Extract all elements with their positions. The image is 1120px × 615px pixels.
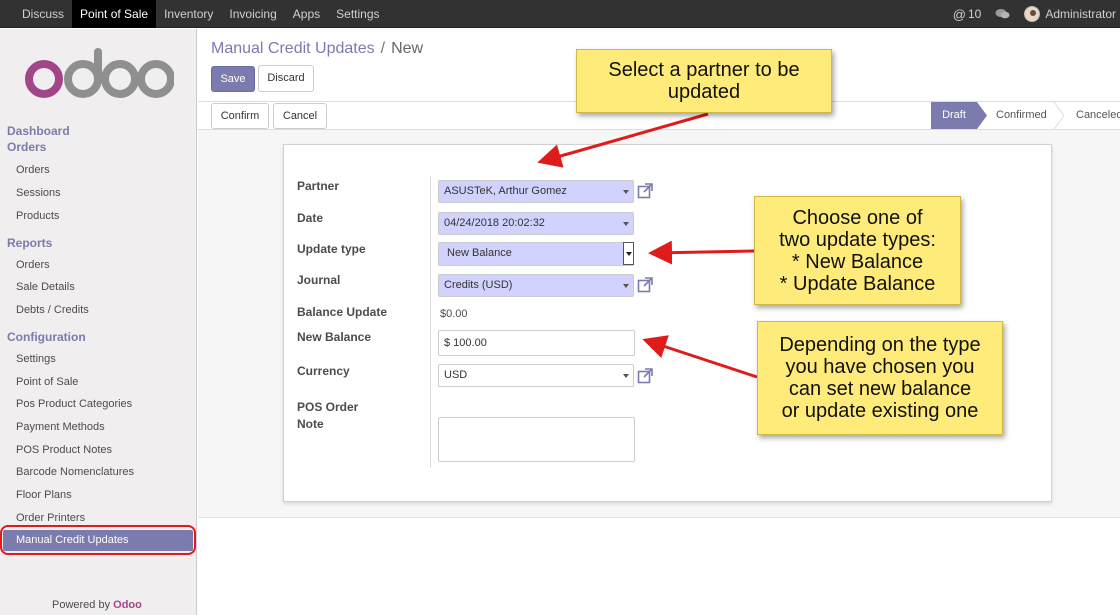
pos-order-note-textarea[interactable]: [438, 417, 635, 462]
date-label: Date: [297, 211, 324, 225]
update-type-select[interactable]: New Balance: [438, 242, 634, 266]
chevron-down-icon: [623, 284, 629, 288]
app-menu: Discuss Point of Sale Inventory Invoicin…: [14, 0, 388, 28]
callout-line: two update types:: [779, 228, 936, 251]
top-navbar: Discuss Point of Sale Inventory Invoicin…: [0, 0, 1120, 28]
callout-line: you have chosen you: [785, 356, 975, 378]
callout-line: * New Balance: [791, 250, 924, 273]
callout-balance-info: Depending on the type you have chosen yo…: [757, 321, 1003, 435]
sidebar-section-configuration[interactable]: Configuration: [7, 330, 86, 344]
new-balance-value: $ 100.00: [444, 337, 487, 349]
powered-by: Powered by Odoo: [52, 599, 142, 611]
callout-update-types: Choose one of two update types: * New Ba…: [754, 196, 961, 305]
sidebar-item-barcode-nomenclatures[interactable]: Barcode Nomenclatures: [16, 466, 134, 478]
date-field[interactable]: 04/24/2018 20:02:32: [438, 212, 634, 235]
journal-value: Credits (USD): [444, 279, 513, 291]
systray: @ 10 Administrator: [953, 0, 1120, 28]
confirm-button[interactable]: Confirm: [211, 103, 269, 129]
pos-order-note-label: POS Order: [297, 400, 359, 414]
partner-label: Partner: [297, 179, 340, 193]
menu-point-of-sale[interactable]: Point of Sale: [72, 0, 157, 28]
stage-chevron-icon: [1053, 102, 1065, 129]
breadcrumb-current: New: [391, 40, 424, 57]
at-icon: @: [952, 6, 966, 22]
callout-line: updated: [667, 81, 741, 103]
powered-by-brand[interactable]: Odoo: [113, 599, 142, 611]
sidebar-section-dashboard[interactable]: Dashboard: [7, 124, 70, 138]
label-divider: [430, 176, 431, 468]
sidebar-item-products[interactable]: Products: [16, 210, 59, 222]
callout-select-partner: Select a partner to be updated: [576, 49, 832, 113]
callout-line: or update existing one: [781, 400, 979, 422]
chat-toggle[interactable]: [995, 8, 1010, 20]
menu-discuss[interactable]: Discuss: [14, 0, 72, 28]
new-balance-input[interactable]: $ 100.00: [438, 330, 635, 356]
sidebar-item-report-orders[interactable]: Orders: [16, 259, 50, 271]
new-balance-label: New Balance: [297, 330, 372, 344]
update-type-value: New Balance: [447, 247, 512, 259]
dropdown-arrow-icon: [623, 242, 634, 265]
external-link-icon[interactable]: [637, 367, 654, 384]
stage-confirmed[interactable]: Confirmed: [996, 102, 1047, 129]
sidebar-section-reports[interactable]: Reports: [7, 236, 52, 250]
stage-draft[interactable]: Draft: [931, 102, 977, 129]
menu-inventory[interactable]: Inventory: [156, 0, 221, 28]
balance-update-label: Balance Update: [297, 305, 388, 319]
sidebar-item-payment-methods[interactable]: Payment Methods: [16, 421, 105, 433]
mentions-count: 10: [967, 7, 982, 21]
user-name: Administrator: [1045, 7, 1116, 21]
partner-field[interactable]: ASUSTeK, Arthur Gomez: [438, 180, 634, 203]
callout-line: can set new balance: [788, 378, 972, 400]
sidebar-item-debts-credits[interactable]: Debts / Credits: [16, 304, 89, 316]
powered-by-text: Powered by: [52, 599, 111, 611]
journal-field[interactable]: Credits (USD): [438, 274, 634, 297]
currency-field[interactable]: USD: [438, 364, 634, 387]
breadcrumb-separator: /: [380, 40, 386, 57]
discard-button[interactable]: Discard: [258, 65, 314, 92]
user-menu[interactable]: Administrator: [1024, 6, 1116, 22]
sidebar-item-point-of-sale[interactable]: Point of Sale: [16, 376, 78, 388]
pos-order-note-label-line2: Note: [297, 417, 324, 431]
menu-settings[interactable]: Settings: [328, 0, 387, 28]
currency-value: USD: [444, 369, 468, 381]
chevron-down-icon: [623, 374, 629, 378]
sidebar-item-pos-product-categories[interactable]: Pos Product Categories: [16, 398, 132, 410]
sidebar-item-order-printers[interactable]: Order Printers: [16, 512, 85, 524]
balance-update-value: $0.00: [440, 308, 468, 320]
save-button[interactable]: Save: [211, 66, 255, 92]
sidebar-item-sale-details[interactable]: Sale Details: [16, 281, 75, 293]
chat-bubble-icon: [995, 9, 1010, 19]
callout-line: Choose one of: [792, 206, 923, 229]
breadcrumb: Manual Credit Updates / New: [211, 40, 423, 58]
avatar: [1024, 6, 1041, 22]
odoo-logo: [25, 48, 174, 98]
mentions-counter[interactable]: @ 10: [953, 7, 982, 22]
cancel-button[interactable]: Cancel: [273, 103, 327, 129]
callout-line: Depending on the type: [779, 334, 981, 356]
currency-label: Currency: [297, 364, 350, 378]
sidebar-item-floor-plans[interactable]: Floor Plans: [16, 489, 72, 501]
stage-chevron-icon: [977, 102, 987, 129]
menu-invoicing[interactable]: Invoicing: [221, 0, 284, 28]
sidebar-section-orders[interactable]: Orders: [7, 140, 46, 154]
callout-line: Select a partner to be: [608, 59, 800, 81]
external-link-icon[interactable]: [637, 182, 654, 199]
chevron-down-icon: [623, 190, 629, 194]
sidebar-item-orders[interactable]: Orders: [16, 164, 50, 176]
update-type-label: Update type: [297, 242, 366, 256]
sidebar: Dashboard Orders Orders Sessions Product…: [0, 29, 197, 615]
highlight-ring: [0, 525, 196, 555]
breadcrumb-parent[interactable]: Manual Credit Updates: [211, 40, 375, 57]
sidebar-item-sessions[interactable]: Sessions: [16, 187, 61, 199]
stage-canceled[interactable]: Canceled: [1076, 102, 1120, 129]
journal-label: Journal: [297, 273, 341, 287]
partner-value: ASUSTeK, Arthur Gomez: [444, 185, 567, 197]
date-value: 04/24/2018 20:02:32: [444, 217, 545, 229]
chevron-down-icon: [623, 222, 629, 226]
callout-line: * Update Balance: [779, 272, 936, 295]
sidebar-item-pos-product-notes[interactable]: POS Product Notes: [16, 444, 112, 456]
sidebar-item-settings[interactable]: Settings: [16, 353, 56, 365]
external-link-icon[interactable]: [637, 276, 654, 293]
menu-apps[interactable]: Apps: [285, 0, 328, 28]
